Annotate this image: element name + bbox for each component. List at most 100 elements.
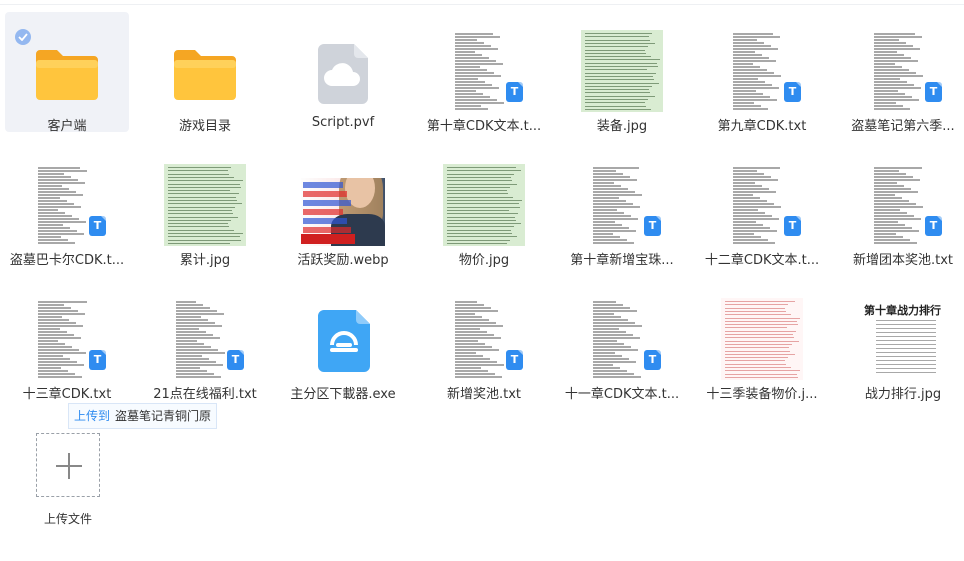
text-line (455, 48, 498, 50)
text-file-icon: T (506, 350, 523, 370)
file-item[interactable]: 游戏目录 (143, 12, 267, 134)
file-item[interactable]: 装备.jpg (560, 12, 684, 134)
text-line (455, 42, 484, 44)
text-line (455, 78, 478, 80)
text-line (176, 346, 211, 348)
table-row-line (725, 367, 791, 368)
text-line (38, 218, 79, 220)
text-line (455, 316, 482, 318)
file-name: Script.pvf (311, 115, 375, 130)
text-line (874, 69, 909, 71)
file-item[interactable]: T 第十章新增宝珠... (560, 146, 684, 268)
file-item[interactable]: T 新增团本奖池.txt (841, 146, 964, 268)
text-line (874, 227, 912, 229)
file-item[interactable]: T 新增奖池.txt (422, 280, 546, 402)
file-item[interactable]: 十三季装备物价.j... (700, 280, 824, 402)
text-line (38, 367, 61, 369)
text-line (455, 96, 490, 98)
table-row-line (585, 92, 650, 94)
text-line (176, 376, 221, 378)
file-item[interactable]: T 十一章CDK文本.t... (560, 280, 684, 402)
text-file-icon: T (506, 82, 523, 102)
text-line (593, 230, 636, 232)
file-item[interactable]: 客户端 (5, 12, 129, 134)
table-row-line (168, 203, 242, 205)
text-line (874, 173, 906, 175)
text-line (874, 42, 906, 44)
text-line (593, 188, 628, 190)
table-row-line (447, 209, 509, 211)
table-row-line (447, 206, 520, 208)
file-item[interactable]: T 十二章CDK文本.t... (700, 146, 824, 268)
table-row-line (876, 364, 936, 365)
text-line (455, 349, 499, 351)
text-line (874, 215, 914, 217)
text-badge-label: T (648, 353, 657, 366)
text-line (455, 102, 504, 104)
folder-icon (26, 30, 108, 112)
table-row-line (585, 33, 652, 34)
text-badge-label: T (510, 85, 519, 98)
text-line (455, 319, 489, 321)
file-name: 第十章新增宝珠... (570, 253, 674, 268)
text-file-icon: T (227, 350, 244, 370)
text-line (874, 194, 895, 196)
text-line (733, 36, 780, 38)
file-item[interactable]: 物价.jpg (422, 146, 546, 268)
text-line (733, 84, 772, 86)
table-row-line (725, 340, 799, 342)
file-item[interactable]: T 第十章CDK文本.t... (422, 12, 546, 134)
table-row-line (725, 310, 786, 312)
text-line (455, 72, 494, 74)
file-item[interactable]: 主分区下載器.exe (281, 280, 405, 402)
table-row-line (725, 330, 796, 332)
file-name: 十三章CDK.txt (22, 387, 112, 402)
text-line (874, 33, 915, 35)
file-item[interactable]: Script.pvf (281, 12, 405, 132)
text-line (593, 218, 638, 220)
file-item[interactable]: 累计.jpg (143, 146, 267, 268)
text-line (455, 45, 491, 47)
file-item[interactable]: 活跃奖励.webp (281, 146, 405, 268)
table-row-line (585, 59, 660, 61)
text-line (874, 66, 902, 68)
text-line (733, 69, 767, 71)
text-line (874, 72, 916, 74)
table-row-line (725, 370, 800, 372)
file-name: 21点在线福利.txt (153, 387, 257, 402)
table-row-line (585, 89, 649, 91)
table-row-line (725, 376, 798, 378)
text-line (593, 185, 621, 187)
text-line (455, 346, 492, 348)
text-line (874, 179, 920, 181)
file-item[interactable]: T 盗墓巴卡尔CDK.t... (5, 146, 129, 268)
text-line (38, 319, 69, 321)
check-icon[interactable] (15, 29, 31, 45)
table-row-line (725, 360, 785, 362)
file-item[interactable]: T 第九章CDK.txt (700, 12, 824, 134)
text-line (733, 78, 758, 80)
file-item[interactable]: T 盗墓笔记第六季... (841, 12, 964, 134)
text-line (874, 54, 904, 56)
table-row-line (168, 206, 235, 208)
text-line (455, 334, 494, 336)
text-line (593, 301, 616, 303)
file-item[interactable]: T 十三章CDK.txt (5, 280, 129, 402)
table-row-line (447, 173, 514, 175)
text-line (593, 176, 630, 178)
text-file-icon: T (644, 216, 661, 236)
text-line (733, 170, 757, 172)
upload-button[interactable] (36, 433, 100, 497)
text-line (593, 215, 631, 217)
table-row-line (876, 360, 936, 361)
file-name: 游戏目录 (178, 119, 231, 134)
table-row-line (447, 233, 512, 234)
file-item[interactable]: 第十章战力排行 战力排行.jpg (841, 280, 964, 402)
text-line (38, 221, 86, 223)
text-line (455, 322, 496, 324)
file-item[interactable]: T 21点在线福利.txt (143, 280, 267, 402)
text-line (733, 72, 774, 74)
text-line (733, 176, 771, 178)
text-badge-label: T (231, 353, 240, 366)
table-row-line (585, 36, 649, 38)
